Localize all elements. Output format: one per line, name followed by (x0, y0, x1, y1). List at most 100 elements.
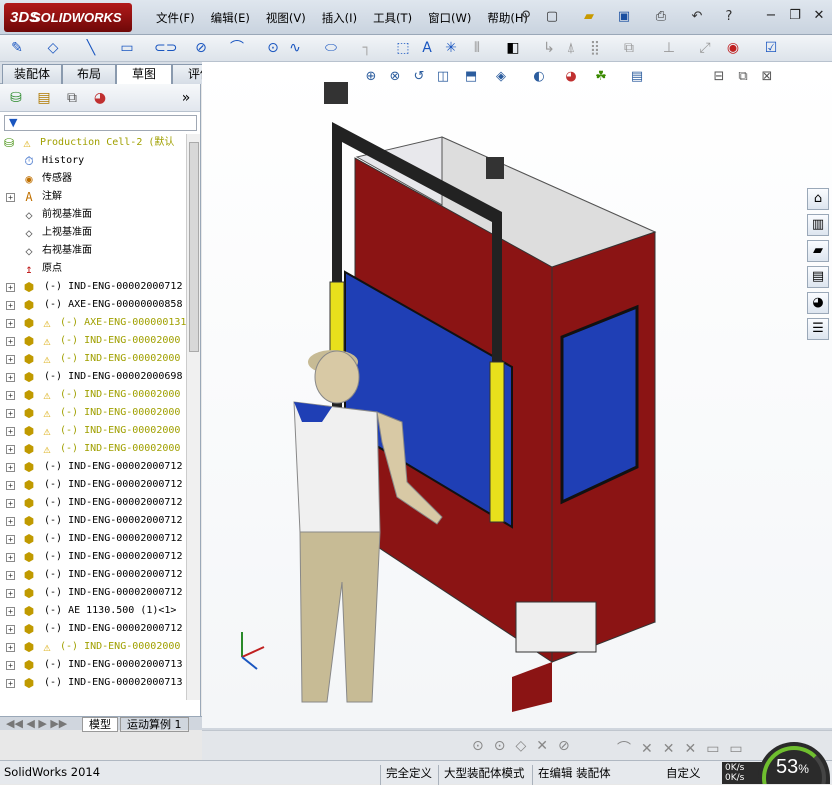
new-document-icon[interactable]: ▢ (543, 8, 561, 26)
scroll-thumb[interactable] (189, 142, 199, 352)
tree-item[interactable]: + ⬢ (-) IND-ENG-00002000712 (0, 512, 186, 530)
tab-assembly[interactable]: 装配体 (2, 64, 62, 84)
display-manager-icon[interactable]: ◕ (90, 89, 110, 107)
tree-filter[interactable]: ▼ (4, 115, 197, 131)
view-palette-icon[interactable]: ▤ (807, 266, 829, 288)
file-explorer-icon[interactable]: ▰ (807, 240, 829, 262)
tree-item[interactable]: + ⬢ ⚠ (-) IND-ENG-00002000 (0, 638, 186, 656)
tree-item[interactable]: + ⬢ ⚠ (-) IND-ENG-00002000 (0, 440, 186, 458)
undo-icon[interactable]: ↶ (688, 8, 706, 26)
resources-icon[interactable]: ⌂ (807, 188, 829, 210)
expand-toggle[interactable]: + (6, 193, 15, 202)
expand-toggle[interactable]: + (6, 373, 15, 382)
tree-scrollbar[interactable] (186, 134, 200, 700)
quick-snaps-icon[interactable]: ◉ (724, 39, 742, 57)
expand-toggle[interactable]: + (6, 607, 15, 616)
tree-root[interactable]: ⛁ ⚠ Production Cell-2 (默认 (0, 134, 186, 152)
menu-file[interactable]: 文件(F) (148, 10, 203, 26)
convert-icon[interactable]: ◧ (504, 39, 522, 57)
tree-item[interactable]: ⏱ History (0, 152, 186, 170)
tree-item[interactable]: + ⬢ ⚠ (-) IND-ENG-00002000 (0, 422, 186, 440)
fillet-icon[interactable]: ┐ (358, 39, 376, 57)
plane-icon[interactable]: ⬚ (394, 39, 412, 57)
tree-item[interactable]: + ⬢ (-) IND-ENG-00002000712 (0, 566, 186, 584)
expand-toggle[interactable]: + (6, 337, 15, 346)
expand-toggle[interactable]: + (6, 355, 15, 364)
expand-panel-icon[interactable]: » (176, 89, 196, 107)
expand-toggle[interactable]: + (6, 319, 15, 328)
expand-toggle[interactable]: + (6, 643, 15, 652)
appearances-icon[interactable]: ◕ (807, 292, 829, 314)
open-folder-icon[interactable]: ▰ (580, 8, 598, 26)
point-icon[interactable]: ✳ (442, 39, 460, 57)
slot-icon[interactable]: ⊂⊃ (154, 39, 177, 57)
tab-sketch[interactable]: 草图 (116, 64, 172, 85)
menu-edit[interactable]: 编辑(E) (203, 10, 258, 26)
save-icon[interactable]: ▣ (615, 8, 633, 26)
spline-icon[interactable]: ∿ (286, 39, 304, 57)
close-icon[interactable]: ✕ (810, 8, 828, 24)
sketch-shortcuts-icons[interactable]: ⊙⊙◇✕⊘ (472, 738, 580, 754)
property-manager-icon[interactable]: ▤ (34, 89, 54, 107)
expand-toggle[interactable]: + (6, 571, 15, 580)
tree-item[interactable]: + ⬢ ⚠ (-) IND-ENG-00002000 (0, 350, 186, 368)
mirror-icon[interactable]: ⫴ (468, 39, 486, 57)
tree-item[interactable]: + ⬢ (-) IND-ENG-00002000712 (0, 278, 186, 296)
expand-toggle[interactable]: + (6, 625, 15, 634)
design-library-icon[interactable]: ▥ (807, 214, 829, 236)
expand-toggle[interactable]: + (6, 445, 15, 454)
tree-item[interactable]: + ⬢ (-) IND-ENG-00002000712 (0, 584, 186, 602)
tab-model[interactable]: 模型 (82, 717, 118, 732)
expand-toggle[interactable]: + (6, 283, 15, 292)
tree-item[interactable]: + ⬢ (-) IND-ENG-00002000712 (0, 494, 186, 512)
repair-icon[interactable]: ⤢ (696, 39, 714, 57)
tab-nav-arrows[interactable]: ◀◀ ◀ ▶ ▶▶ (6, 717, 67, 730)
expand-toggle[interactable]: + (6, 463, 15, 472)
relations-icon[interactable]: ⊥ (660, 39, 678, 57)
pattern-icon[interactable]: ⣿ (586, 39, 604, 57)
menu-insert[interactable]: 插入(I) (314, 10, 365, 26)
tree-item[interactable]: + ⬢ ⚠ (-) AXE-ENG-000000131 (0, 314, 186, 332)
tree-item[interactable]: ↥ 原点 (0, 260, 186, 278)
tree-item[interactable]: + ⬢ (-) IND-ENG-00002000712 (0, 620, 186, 638)
tree-item[interactable]: + ⬢ ⚠ (-) IND-ENG-00002000 (0, 332, 186, 350)
offset-icon[interactable]: ↳ (540, 39, 558, 57)
tree-item[interactable]: + ⬢ (-) IND-ENG-00002000713 (0, 674, 186, 692)
tree-item[interactable]: + ⬢ ⚠ (-) IND-ENG-00002000 (0, 404, 186, 422)
arc-icon[interactable]: ⌒ (228, 39, 246, 57)
menu-view[interactable]: 视图(V) (258, 10, 314, 26)
expand-toggle[interactable]: + (6, 499, 15, 508)
tree-item[interactable]: + ⬢ (-) AXE-ENG-00000000858 (0, 296, 186, 314)
expand-toggle[interactable]: + (6, 409, 15, 418)
expand-toggle[interactable]: + (6, 301, 15, 310)
view-shortcuts-icons[interactable]: ⌒✕✕✕▭▭ (617, 738, 753, 758)
restore-icon[interactable]: ❐ (786, 8, 804, 24)
expand-toggle[interactable]: + (6, 589, 15, 598)
circle-icon[interactable]: ⊘ (192, 39, 210, 57)
graphics-area[interactable]: ⊕ ⊗ ↺ ◫ ⬒ ◈ ◐ ◕ ☘ ▤ ⊟ ⧉ ⊠ ⌂ ▥ ▰ ▤ ◕ ☰ (202, 62, 832, 728)
ellipse-icon[interactable]: ⬭ (322, 39, 340, 57)
menu-tools[interactable]: 工具(T) (365, 10, 420, 26)
tree-item[interactable]: + A 注解 (0, 188, 186, 206)
expand-toggle[interactable]: + (6, 391, 15, 400)
tab-layout[interactable]: 布局 (62, 64, 116, 84)
expand-toggle[interactable]: + (6, 679, 15, 688)
polygon-icon[interactable]: ⊙ (264, 39, 282, 57)
menu-window[interactable]: 窗口(W) (420, 10, 479, 26)
print-icon[interactable]: ⎙ (652, 8, 670, 26)
expand-toggle[interactable]: + (6, 517, 15, 526)
tree-item[interactable]: ◇ 前视基准面 (0, 206, 186, 224)
expand-toggle[interactable]: + (6, 481, 15, 490)
sketch-icon[interactable]: ✎ (8, 39, 26, 57)
tree-item[interactable]: + ⬢ ⚠ (-) IND-ENG-00002000 (0, 386, 186, 404)
tree-item[interactable]: + ⬢ (-) IND-ENG-00002000712 (0, 458, 186, 476)
move-icon[interactable]: ⧉ (620, 39, 638, 57)
tree-item[interactable]: + ⬢ (-) AE 1130.500 (1)<1> (0, 602, 186, 620)
minimize-icon[interactable]: − (762, 8, 780, 24)
instant2d-icon[interactable]: ☑ (762, 39, 780, 57)
tree-item[interactable]: + ⬢ (-) IND-ENG-00002000713 (0, 656, 186, 674)
tree-item[interactable]: + ⬢ (-) IND-ENG-00002000698 (0, 368, 186, 386)
help-icon[interactable]: ? (720, 8, 738, 26)
pin-icon[interactable]: ⚲ (517, 8, 535, 26)
tree-item[interactable]: + ⬢ (-) IND-ENG-00002000712 (0, 548, 186, 566)
